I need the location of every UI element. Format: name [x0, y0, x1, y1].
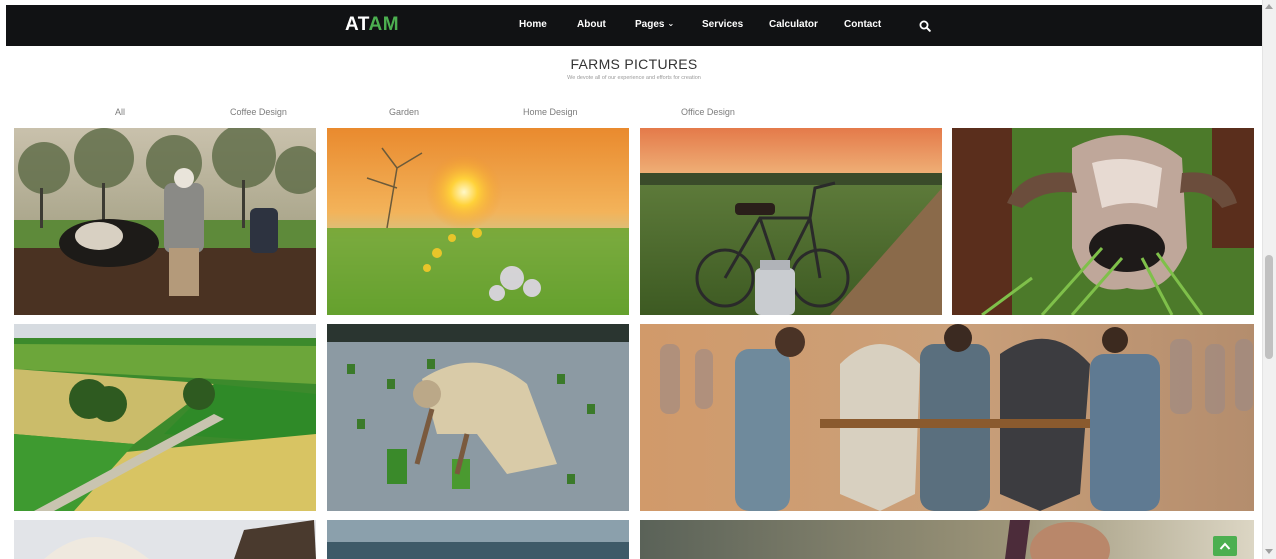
- back-to-top-button[interactable]: [1213, 536, 1237, 556]
- photo-bicycle: [640, 128, 942, 315]
- nav-about[interactable]: About: [577, 19, 606, 30]
- scroll-down-arrow-icon[interactable]: [1265, 549, 1273, 554]
- photo-ploughing: [14, 128, 316, 315]
- filter-coffee-design[interactable]: Coffee Design: [230, 107, 287, 117]
- gallery-image-turban[interactable]: [14, 520, 316, 559]
- chevron-down-icon: ⌄: [667, 19, 675, 28]
- photo-aerial-fields: [14, 324, 316, 511]
- photo-sunset-field: [327, 128, 629, 315]
- chevron-up-icon: [1219, 542, 1231, 550]
- nav-calculator[interactable]: Calculator: [769, 19, 818, 30]
- gallery-image-bicycle[interactable]: [640, 128, 942, 315]
- gallery-image-river[interactable]: [327, 520, 629, 559]
- gallery-image-cow[interactable]: [952, 128, 1254, 315]
- filter-home-design[interactable]: Home Design: [523, 107, 578, 117]
- section-subtitle: We devote all of our experience and effo…: [567, 75, 701, 81]
- site-logo[interactable]: ATAM: [345, 14, 399, 36]
- photo-farmer-portrait: [640, 520, 1254, 559]
- search-icon[interactable]: [919, 20, 931, 32]
- scrollbar-thumb[interactable]: [1265, 255, 1273, 359]
- gallery-image-farmer-portrait[interactable]: [640, 520, 1254, 559]
- gallery-image-ploughing[interactable]: [14, 128, 316, 315]
- gallery-image-rice-planting[interactable]: [327, 324, 629, 511]
- scroll-up-arrow-icon[interactable]: [1265, 4, 1273, 9]
- filter-all[interactable]: All: [115, 107, 125, 117]
- photo-rice-planting: [327, 324, 629, 511]
- nav-home[interactable]: Home: [519, 19, 547, 30]
- gallery-image-sunset-field[interactable]: [327, 128, 629, 315]
- gallery-image-aerial-fields[interactable]: [14, 324, 316, 511]
- nav-pages-label: Pages: [635, 19, 665, 30]
- filter-garden[interactable]: Garden: [389, 107, 419, 117]
- photo-cow: [952, 128, 1254, 315]
- nav-contact[interactable]: Contact: [844, 19, 881, 30]
- nav-pages[interactable]: Pages ⌄: [635, 19, 674, 30]
- nav-services[interactable]: Services: [702, 19, 743, 30]
- filter-office-design[interactable]: Office Design: [681, 107, 735, 117]
- photo-ox-race: [640, 324, 1254, 511]
- top-navbar: ATAM Home About Pages ⌄ Services Calculat…: [6, 5, 1262, 46]
- photo-turban: [14, 520, 316, 559]
- logo-part-2: AM: [368, 14, 400, 35]
- logo-part-1: AT: [345, 14, 369, 35]
- section-title: FARMS PICTURES: [570, 56, 698, 72]
- gallery-image-ox-race[interactable]: [640, 324, 1254, 511]
- photo-river: [327, 520, 629, 559]
